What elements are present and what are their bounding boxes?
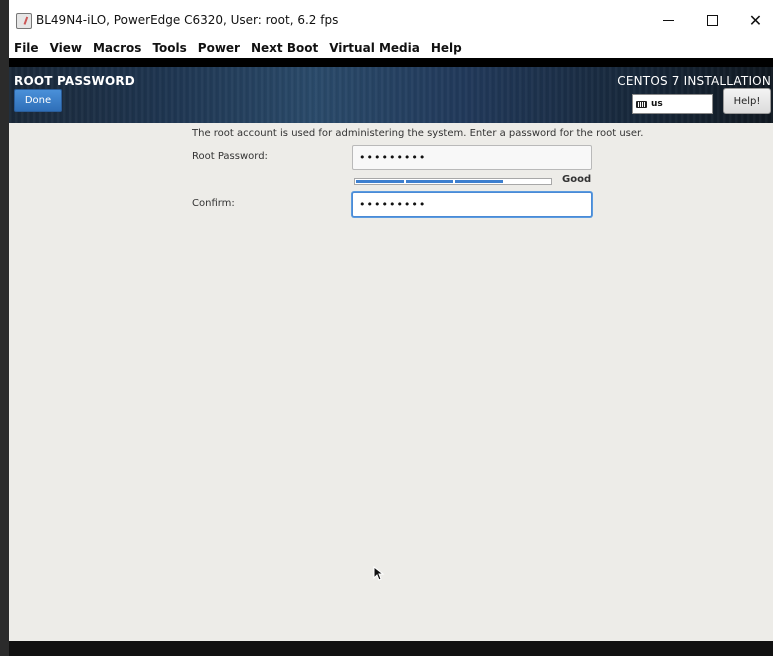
strength-segment [455, 180, 503, 183]
root-password-spoke: The root account is used for administeri… [9, 123, 773, 641]
menu-macros[interactable]: Macros [93, 41, 141, 55]
menu-file[interactable]: File [14, 41, 39, 55]
close-icon: ✕ [748, 10, 763, 30]
menu-view[interactable]: View [50, 41, 82, 55]
product-title: CENTOS 7 INSTALLATION [617, 74, 771, 88]
mouse-pointer-icon [373, 566, 385, 581]
title-bar[interactable]: BL49N4-iLO, PowerEdge C6320, User: root,… [9, 0, 773, 38]
window-title: BL49N4-iLO, PowerEdge C6320, User: root,… [36, 13, 339, 27]
strength-segment [356, 180, 404, 183]
done-button[interactable]: Done [14, 89, 62, 112]
menu-virtual-media[interactable]: Virtual Media [329, 41, 420, 55]
close-button[interactable]: ✕ [733, 5, 773, 35]
desktop-background-strip [0, 0, 9, 656]
strength-segment [406, 180, 453, 183]
console-top-border [9, 58, 773, 67]
installer-header: ROOT PASSWORD Done CENTOS 7 INSTALLATION… [9, 67, 773, 123]
root-password-input[interactable]: ••••••••• [352, 145, 592, 170]
menu-next-boot[interactable]: Next Boot [251, 41, 318, 55]
keyboard-layout-label: us [651, 99, 663, 109]
password-strength-label: Good [562, 174, 592, 185]
ilo-remote-console-window: BL49N4-iLO, PowerEdge C6320, User: root,… [0, 0, 773, 656]
confirm-label: Confirm: [192, 198, 235, 209]
minimize-button[interactable] [646, 5, 691, 35]
menu-bar: File View Macros Tools Power Next Boot V… [9, 38, 773, 58]
confirm-password-input[interactable]: ••••••••• [352, 192, 592, 217]
help-button[interactable]: Help! [723, 88, 771, 114]
maximize-button[interactable] [690, 5, 735, 35]
menu-tools[interactable]: Tools [152, 41, 186, 55]
description-text: The root account is used for administeri… [192, 128, 644, 139]
keyboard-layout-indicator[interactable]: us [632, 94, 713, 114]
maximize-icon [707, 14, 718, 26]
java-app-icon [16, 13, 32, 29]
spoke-title: ROOT PASSWORD [14, 74, 135, 88]
console-bottom-border [9, 641, 773, 656]
keyboard-icon [636, 100, 647, 108]
minimize-icon [663, 19, 674, 21]
password-strength-meter [354, 178, 552, 185]
root-password-label: Root Password: [192, 151, 268, 162]
menu-help[interactable]: Help [431, 41, 462, 55]
menu-power[interactable]: Power [198, 41, 240, 55]
